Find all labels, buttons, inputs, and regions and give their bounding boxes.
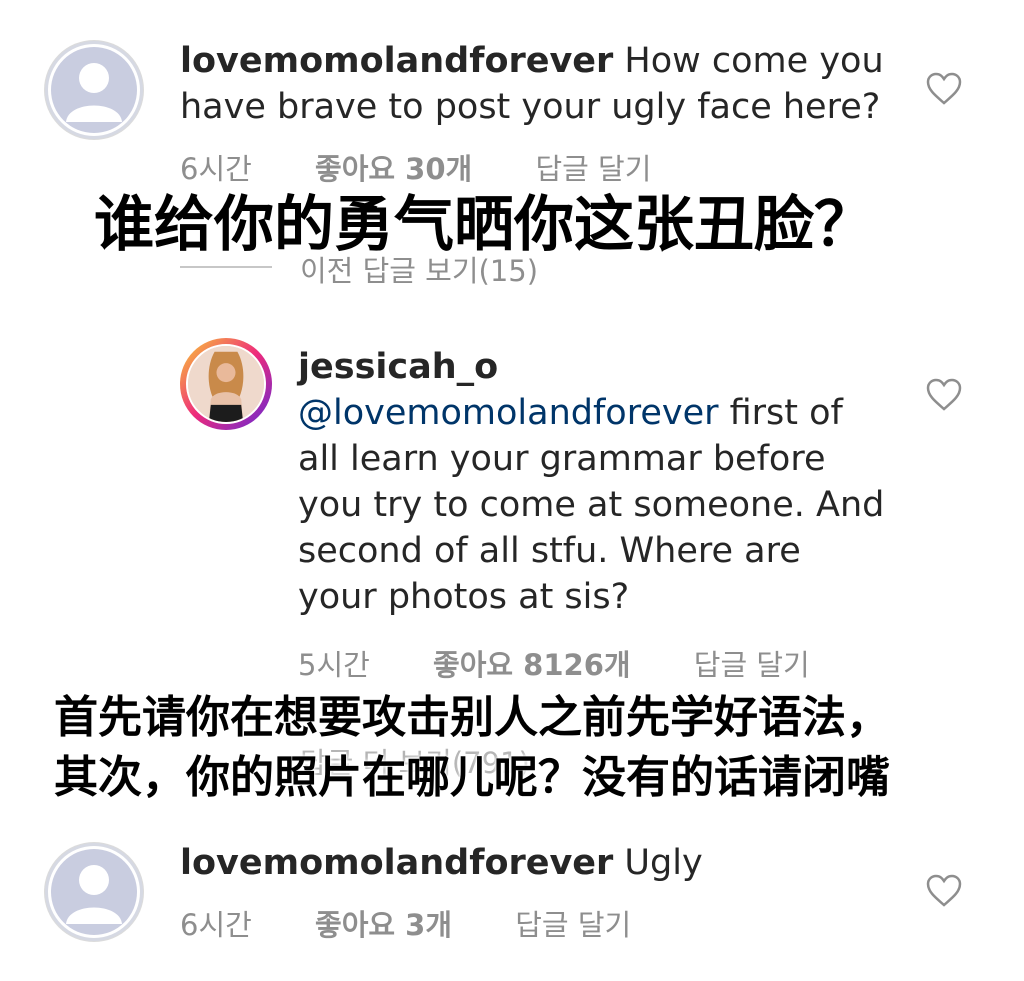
- comment-meta: 5시간 좋아요 8126개 답글 달기: [298, 642, 810, 684]
- reply-button[interactable]: 답글 달기: [515, 908, 631, 942]
- comment-username[interactable]: lovemomolandforever: [180, 41, 613, 81]
- reply-button[interactable]: 답글 달기: [694, 648, 810, 682]
- avatar[interactable]: [44, 40, 144, 140]
- heart-icon[interactable]: [926, 378, 962, 412]
- avatar[interactable]: [180, 338, 272, 430]
- comment-body: How come you: [613, 41, 884, 81]
- comment-username[interactable]: lovemomolandforever: [180, 843, 613, 883]
- heart-icon[interactable]: [926, 72, 962, 106]
- heart-icon[interactable]: [926, 874, 962, 908]
- comment-text: jessicah_o @lovemomolandforever first of…: [298, 344, 918, 620]
- caption-overlay: 谁给你的勇气晒你这张丑脸？: [94, 190, 874, 260]
- comment-meta: 6시간 좋아요 3개 답글 달기: [180, 902, 631, 944]
- comment-body: second of all stfu. Where are: [298, 531, 801, 571]
- comment-body: your photos at sis?: [298, 577, 630, 617]
- comment-username[interactable]: jessicah_o: [298, 347, 498, 387]
- default-user-icon: [45, 843, 143, 941]
- caption-line: 其次，你的照片在哪儿呢？没有的话请闭嘴: [54, 752, 890, 803]
- thread-divider: [180, 266, 272, 268]
- caption-overlay: 首先请你在想要攻击别人之前先学好语法， 其次，你的照片在哪儿呢？没有的话请闭嘴: [54, 688, 890, 808]
- comment-time: 6시간: [180, 908, 252, 942]
- comment-body: Ugly: [613, 843, 703, 883]
- avatar[interactable]: [44, 842, 144, 942]
- caption-line: 首先请你在想要攻击别人之前先学好语法，: [54, 692, 890, 743]
- mention-link[interactable]: @lovemomolandforever: [298, 393, 719, 433]
- default-user-icon: [45, 41, 143, 139]
- comment-likes[interactable]: 좋아요 8126개: [433, 648, 631, 682]
- comment-text: lovemomolandforever How come you have br…: [180, 38, 920, 130]
- profile-photo-icon: [186, 344, 266, 424]
- comment-body: all learn your grammar before: [298, 439, 826, 479]
- comment-body: you try to come at someone. And: [298, 485, 885, 525]
- comment-time: 5시간: [298, 648, 370, 682]
- comment-body: have brave to post your ugly face here?: [180, 87, 881, 127]
- comment-body: first of: [718, 393, 843, 433]
- comment-likes[interactable]: 좋아요 3개: [315, 908, 452, 942]
- comment-text: lovemomolandforever Ugly: [180, 840, 920, 886]
